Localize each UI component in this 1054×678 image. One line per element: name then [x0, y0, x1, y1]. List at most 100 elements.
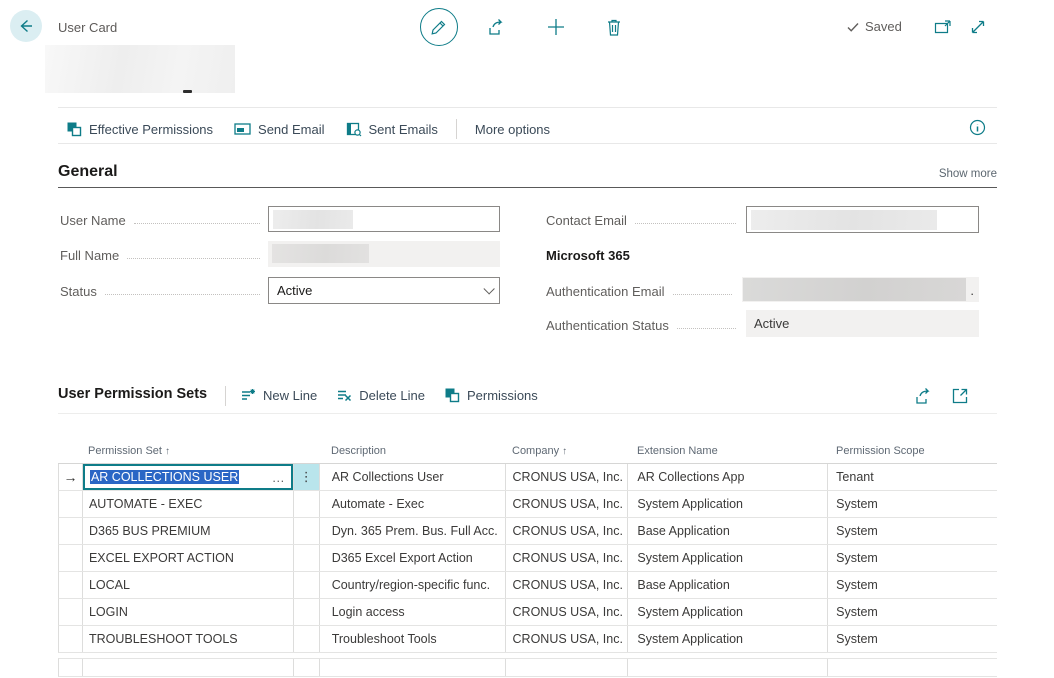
status-select[interactable]: Active [268, 277, 500, 304]
column-header-permission-scope[interactable]: Permission Scope [828, 445, 997, 457]
back-arrow-icon [17, 17, 35, 35]
action-bar: Effective Permissions Send Email Sent Em… [66, 116, 550, 142]
effective-permissions-button[interactable]: Effective Permissions [66, 121, 213, 137]
cell-permission-scope[interactable]: System [828, 545, 997, 571]
info-button[interactable] [969, 119, 986, 136]
delete-line-button[interactable]: Delete Line [336, 387, 425, 403]
permissions-button[interactable]: Permissions [444, 387, 538, 403]
permission-set-edit-cell[interactable]: AR COLLECTIONS USER… [83, 464, 293, 490]
cell-permission-set[interactable]: EXCEL EXPORT ACTION [83, 545, 294, 571]
column-header-permission-set[interactable]: Permission Set↑ [82, 445, 293, 457]
table-row[interactable]: D365 BUS PREMIUM Dyn. 365 Prem. Bus. Full… [58, 518, 997, 545]
cell-description[interactable]: Troubleshoot Tools [320, 626, 506, 652]
table-row-empty[interactable] [58, 658, 997, 677]
cell-company[interactable]: CRONUS USA, Inc. [506, 599, 629, 625]
cell-description[interactable]: Country/region-specific func. [320, 572, 506, 598]
user-name-input[interactable] [268, 206, 500, 232]
cell-extension-name[interactable]: Base Application [628, 572, 828, 598]
row-kebab-menu-icon[interactable]: ⋮ [300, 469, 313, 485]
check-icon [846, 20, 860, 34]
permission-sets-heading: User Permission Sets [58, 386, 207, 402]
redaction-artifact [183, 90, 192, 93]
contact-email-label-row: Contact Email [546, 212, 742, 228]
cell-extension-name[interactable]: AR Collections App [628, 464, 828, 490]
auth-email-label-row: Authentication Email [546, 283, 738, 299]
cell-description[interactable]: Automate - Exec [320, 491, 506, 517]
delete-line-label: Delete Line [359, 388, 425, 403]
lookup-ellipsis-button[interactable]: … [272, 470, 286, 485]
share-button[interactable] [487, 17, 507, 37]
dot-leader [127, 258, 260, 259]
permission-sets-action-bar: New Line Delete Line Permissions [240, 387, 538, 403]
cell-row-menu [294, 518, 320, 544]
cell-extension-name[interactable]: System Application [628, 491, 828, 517]
cell-row-menu[interactable]: ⋮ [294, 464, 320, 490]
new-line-button[interactable]: New Line [240, 387, 317, 403]
show-more-link[interactable]: Show more [939, 168, 997, 180]
expand-button[interactable] [969, 18, 987, 36]
cell-extension-name[interactable]: Base Application [628, 518, 828, 544]
column-header-company[interactable]: Company↑ [505, 445, 628, 457]
table-row[interactable]: TROUBLESHOOT TOOLS Troubleshoot ToolsCRON… [58, 626, 997, 653]
save-status: Saved [846, 19, 902, 34]
cell-company[interactable]: CRONUS USA, Inc. [506, 545, 629, 571]
delete-button[interactable] [604, 17, 624, 37]
new-button[interactable] [546, 17, 566, 37]
column-header-description[interactable]: Description [319, 445, 505, 457]
cell-description[interactable]: Dyn. 365 Prem. Bus. Full Acc. [320, 518, 506, 544]
share-list-button[interactable] [914, 387, 934, 405]
cell-extension-name[interactable]: System Application [628, 599, 828, 625]
cell-company[interactable]: CRONUS USA, Inc. [506, 464, 629, 490]
divider [58, 107, 997, 108]
user-name-label-row: User Name [60, 212, 266, 228]
table-row[interactable]: LOGIN Login accessCRONUS USA, Inc.System … [58, 599, 997, 626]
cell-permission-scope[interactable]: System [828, 599, 997, 625]
table-row[interactable]: EXCEL EXPORT ACTION D365 Excel Export Act… [58, 545, 997, 572]
plus-icon [546, 17, 566, 37]
table-row[interactable]: AUTOMATE - EXEC Automate - ExecCRONUS USA… [58, 491, 997, 518]
user-name-label: User Name [60, 213, 126, 228]
back-button[interactable] [10, 10, 42, 42]
cell-permission-set[interactable]: LOGIN [83, 599, 294, 625]
cell-permission-scope[interactable]: System [828, 626, 997, 652]
edit-button[interactable] [420, 8, 458, 46]
user-card-page: User Card Saved [0, 0, 1054, 678]
contact-email-input[interactable] [746, 206, 979, 233]
divider [58, 143, 997, 144]
open-in-window-button[interactable] [934, 19, 952, 35]
cell-description[interactable]: Login access [320, 599, 506, 625]
cell-permission-scope[interactable]: System [828, 572, 997, 598]
sent-emails-button[interactable]: Sent Emails [346, 122, 438, 137]
new-line-icon [240, 387, 256, 403]
cell-permission-scope[interactable]: System [828, 491, 997, 517]
cell-row-menu [294, 545, 320, 571]
status-label: Status [60, 284, 97, 299]
cell-company[interactable]: CRONUS USA, Inc. [506, 572, 629, 598]
dot-leader [677, 328, 736, 329]
cell-description[interactable]: AR Collections User [320, 464, 506, 490]
more-options-button[interactable]: More options [475, 122, 550, 137]
cell-company[interactable]: CRONUS USA, Inc. [506, 518, 629, 544]
cell-permission-scope[interactable]: System [828, 518, 997, 544]
cell-permission-scope[interactable]: Tenant [828, 464, 997, 490]
share-icon [487, 17, 507, 37]
cell-extension-name[interactable]: System Application [628, 626, 828, 652]
cell-permission-set[interactable]: LOCAL [83, 572, 294, 598]
send-email-button[interactable]: Send Email [234, 122, 324, 137]
cell-row-menu [294, 491, 320, 517]
email-icon [234, 122, 251, 136]
cell-company[interactable]: CRONUS USA, Inc. [506, 626, 629, 652]
cell-permission-set[interactable]: AUTOMATE - EXEC [83, 491, 294, 517]
cell-permission-set[interactable]: TROUBLESHOOT TOOLS [83, 626, 294, 652]
table-row[interactable]: →AR COLLECTIONS USER…⋮AR Collections Use… [58, 464, 997, 491]
authentication-email-field: . [742, 277, 979, 302]
cell-extension-name[interactable]: System Application [628, 545, 828, 571]
permission-sets-table: Permission Set↑ Description Company↑ Ext… [58, 438, 997, 677]
cell-permission-set[interactable]: AR COLLECTIONS USER… [83, 464, 294, 490]
focus-mode-button[interactable] [951, 387, 969, 405]
cell-permission-set[interactable]: D365 BUS PREMIUM [83, 518, 294, 544]
column-header-extension-name[interactable]: Extension Name [628, 445, 828, 457]
table-row[interactable]: LOCAL Country/region-specific func.CRONUS… [58, 572, 997, 599]
cell-description[interactable]: D365 Excel Export Action [320, 545, 506, 571]
cell-company[interactable]: CRONUS USA, Inc. [506, 491, 629, 517]
